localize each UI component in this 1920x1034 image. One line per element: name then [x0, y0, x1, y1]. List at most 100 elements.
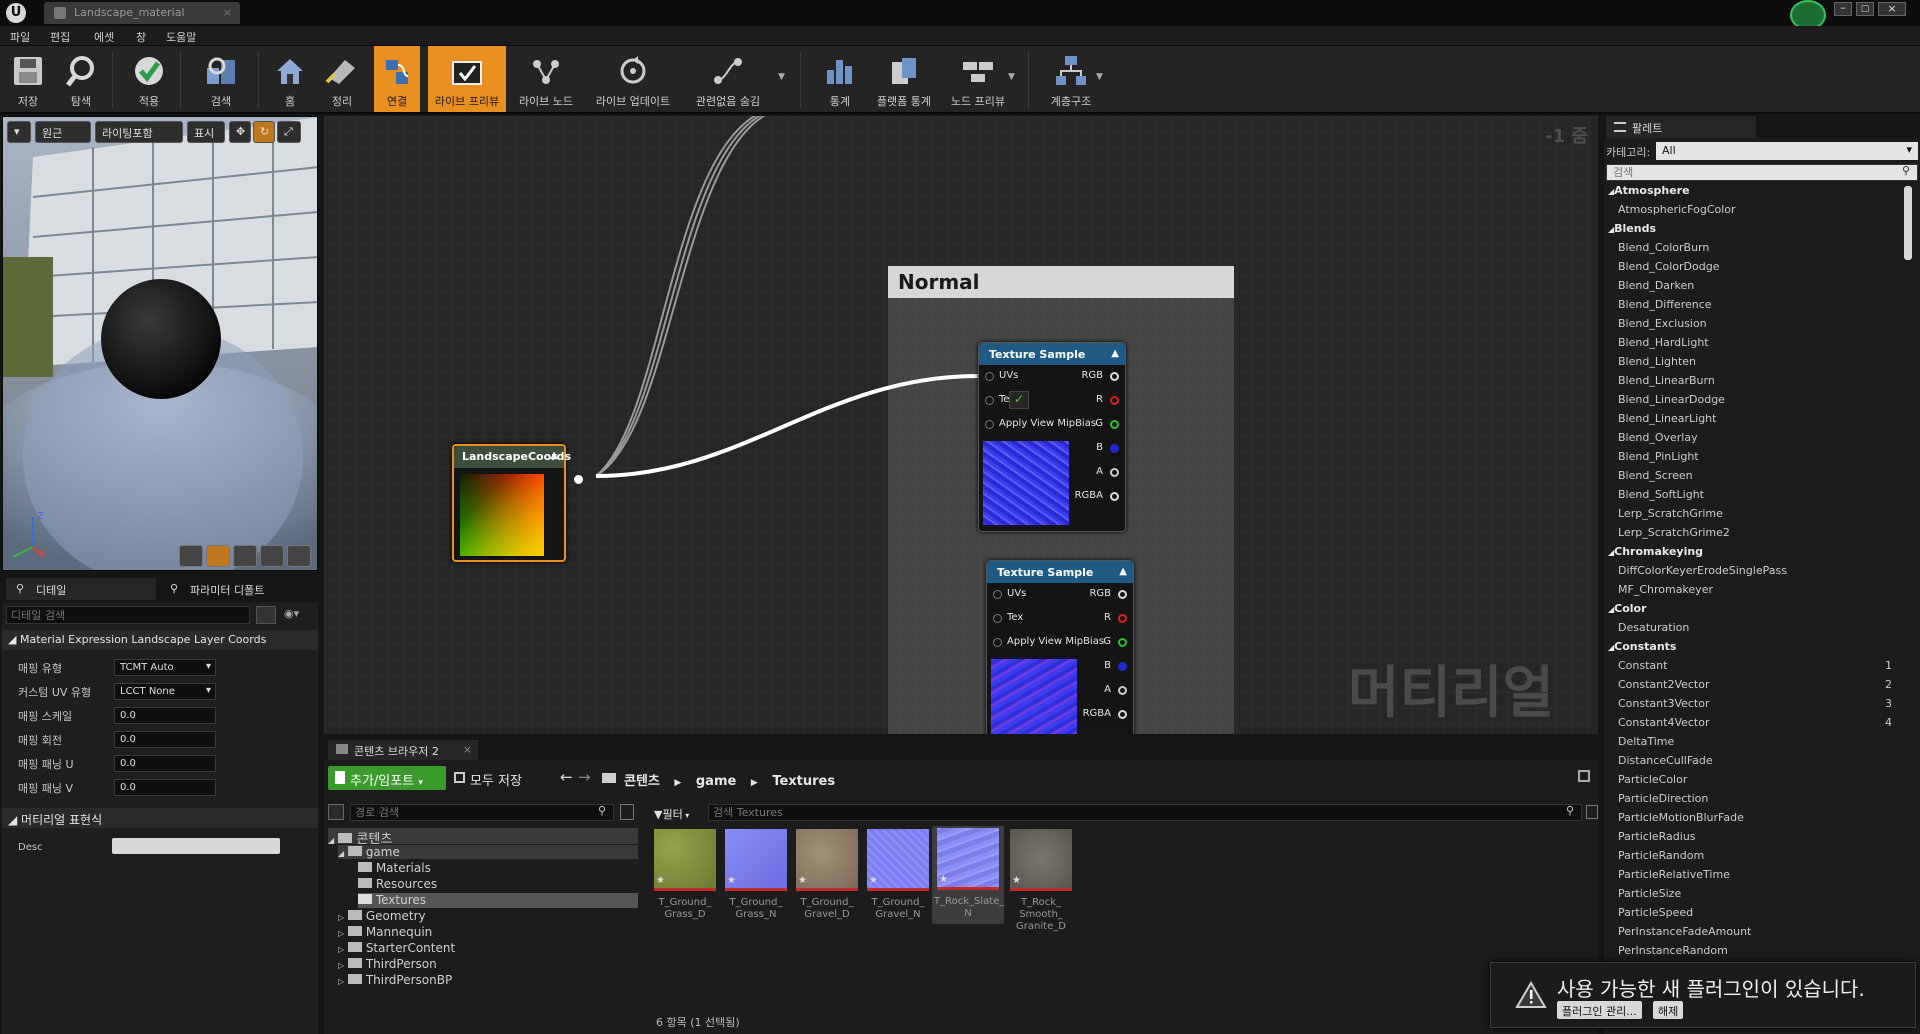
palette-item[interactable]: Desaturation [1604, 621, 1904, 640]
hierarchy-dropdown-icon[interactable]: ▼ [1096, 72, 1103, 82]
menu-edit[interactable]: 편집 [50, 29, 70, 45]
close-window-button[interactable]: × [1878, 2, 1906, 16]
star-icon[interactable]: ★ [656, 875, 665, 887]
sources-toggle-icon[interactable] [328, 804, 344, 820]
view-options-icon[interactable] [256, 606, 276, 624]
palette-item[interactable]: DistanceCullFade [1604, 754, 1904, 773]
browse-button[interactable]: 탐색 [58, 46, 104, 112]
show-button[interactable]: 표시 [187, 121, 225, 143]
g-output-pin[interactable] [1118, 638, 1127, 647]
preview-shape-sphere-button[interactable] [206, 545, 230, 567]
folder-third-person[interactable]: ▷ ThirdPerson [338, 957, 437, 971]
tex-input-pin[interactable] [985, 396, 994, 405]
rgb-output-pin[interactable] [1118, 590, 1127, 599]
palette-item[interactable]: Blend_Difference [1604, 298, 1904, 317]
maximize-button[interactable]: ▢ [1856, 2, 1874, 16]
palette-item[interactable]: Blend_SoftLight [1604, 488, 1904, 507]
landscape-coords-node[interactable]: LandscapeCoords ▲ [452, 444, 583, 562]
section-header[interactable]: ◢ Material Expression Landscape Layer Co… [2, 630, 318, 650]
preview-shape-cylinder-button[interactable] [179, 545, 203, 567]
palette-item[interactable]: ParticleSize [1604, 887, 1904, 906]
save-button[interactable]: 저장 [6, 46, 50, 112]
asset-tile[interactable]: ★ T_Ground_ Grass_D [652, 829, 718, 921]
a-output-pin[interactable] [1118, 686, 1127, 695]
path-search-input[interactable] [350, 804, 614, 821]
menu-file[interactable]: 파일 [10, 29, 30, 45]
palette-item[interactable]: ParticleSpeed [1604, 906, 1904, 925]
menu-window[interactable]: 창 [136, 29, 146, 45]
palette-item[interactable]: Lerp_ScratchGrime [1604, 507, 1904, 526]
close-tab-icon[interactable]: × [223, 6, 232, 19]
palette-item[interactable]: Blend_ColorBurn [1604, 241, 1904, 260]
folder-mannequin[interactable]: ▷ Mannequin [338, 925, 432, 939]
output-pin[interactable] [574, 475, 583, 484]
palette-item[interactable]: Blend_Darken [1604, 279, 1904, 298]
eye-icon[interactable]: ◉▾ [284, 607, 299, 620]
document-tab[interactable]: Landscape_material × [44, 2, 240, 24]
folder-geometry[interactable]: ▷ Geometry [338, 909, 426, 923]
section-header[interactable]: ◢ 머티리얼 표현식 [2, 808, 318, 828]
b-output-pin[interactable] [1110, 444, 1119, 453]
preview-shape-cube-button[interactable] [260, 545, 284, 567]
add-import-button[interactable]: 추가/임포트 ▾ [328, 766, 446, 790]
menu-asset[interactable]: 에셋 [94, 29, 114, 45]
folder-textures[interactable]: Textures [358, 893, 638, 908]
breadcrumb-item[interactable]: Textures [772, 774, 835, 789]
texture-sample-node-1[interactable]: Texture Sample ▲ UVs Te ✓ Apply View Mip… [978, 342, 1126, 532]
asset-tile[interactable]: ★ T_Ground_ Gravel_D [794, 829, 860, 921]
stats-button[interactable]: 통계 [818, 46, 862, 112]
palette-item[interactable]: ParticleRadius [1604, 830, 1904, 849]
palette-item[interactable]: Blend_LinearDodge [1604, 393, 1904, 412]
tab-palette[interactable]: 팔레트 [1606, 116, 1756, 138]
palette-item[interactable]: ParticleRelativeTime [1604, 868, 1904, 887]
live-nodes-button[interactable]: 라이브 노드 [514, 46, 578, 112]
realtime-icon[interactable]: ↻ [253, 121, 275, 143]
r-output-pin[interactable] [1118, 614, 1127, 623]
breadcrumb-item[interactable]: game [696, 774, 736, 789]
menu-help[interactable]: 도움말 [166, 29, 196, 45]
path-view-options-icon[interactable] [620, 804, 634, 820]
palette-item[interactable]: Constant3Vector 3 [1604, 697, 1904, 716]
desc-field[interactable] [112, 838, 280, 854]
star-icon[interactable]: ★ [727, 875, 736, 887]
asset-tile[interactable]: ★ T_Ground_ Grass_N [723, 829, 789, 921]
palette-category[interactable]: ◢Chromakeying [1604, 545, 1904, 564]
details-search-input[interactable] [6, 606, 250, 624]
palette-item[interactable]: ParticleRandom [1604, 849, 1904, 868]
node-preview-dropdown-icon[interactable]: ▼ [1008, 72, 1015, 82]
back-arrow-icon[interactable]: ← [560, 768, 573, 786]
palette-item[interactable]: Constant2Vector 2 [1604, 678, 1904, 697]
star-icon[interactable]: ★ [1012, 875, 1021, 887]
g-output-pin[interactable] [1110, 420, 1119, 429]
platform-stats-button[interactable]: 플랫폼 통계 [870, 46, 938, 112]
a-output-pin[interactable] [1110, 468, 1119, 477]
preview-shape-mesh-button[interactable] [287, 545, 311, 567]
save-search-icon[interactable] [1586, 805, 1598, 819]
palette-item[interactable]: Blend_LinearLight [1604, 412, 1904, 431]
hierarchy-button[interactable]: 계층구조 [1044, 46, 1098, 112]
palette-item[interactable]: Blend_PinLight [1604, 450, 1904, 469]
preview-shape-plane-button[interactable] [233, 545, 257, 567]
connectors-button[interactable]: 연결 [374, 46, 420, 112]
mipbias-input-pin[interactable] [993, 638, 1002, 647]
palette-category[interactable]: ◢Constants [1604, 640, 1904, 659]
folder-starter-content[interactable]: ▷ StarterContent [338, 941, 455, 955]
breadcrumb-item[interactable]: 콘텐츠 [624, 774, 660, 789]
palette-item[interactable]: PerInstanceFadeAmount [1604, 925, 1904, 944]
texture-asset-checkbox[interactable]: ✓ [1009, 391, 1029, 409]
uvs-input-pin[interactable] [985, 372, 994, 381]
mapping-pan-u-field[interactable]: 0.0 [114, 755, 216, 772]
mapping-type-dropdown[interactable]: TCMT Auto ▾ [114, 659, 216, 676]
palette-item[interactable]: ParticleColor [1604, 773, 1904, 792]
minimize-button[interactable]: – [1834, 2, 1852, 16]
material-graph[interactable]: -1 줌 Normal LandscapeCoords ▲ Texture Sa… [324, 116, 1598, 734]
palette-item[interactable]: Blend_Overlay [1604, 431, 1904, 450]
palette-item[interactable]: MF_Chromakeyer [1604, 583, 1904, 602]
mapping-rotation-field[interactable]: 0.0 [114, 731, 216, 748]
tab-parameter-defaults[interactable]: ⚲ 파라미터 디폴트 [160, 578, 310, 600]
live-preview-button[interactable]: 라이브 프리뷰 [428, 46, 506, 112]
forward-arrow-icon[interactable]: → [578, 768, 591, 786]
folder-content-root[interactable]: ◢ 콘텐츠 [328, 828, 638, 847]
palette-item[interactable]: ParticleDirection [1604, 792, 1904, 811]
palette-search-input[interactable] [1606, 164, 1918, 181]
